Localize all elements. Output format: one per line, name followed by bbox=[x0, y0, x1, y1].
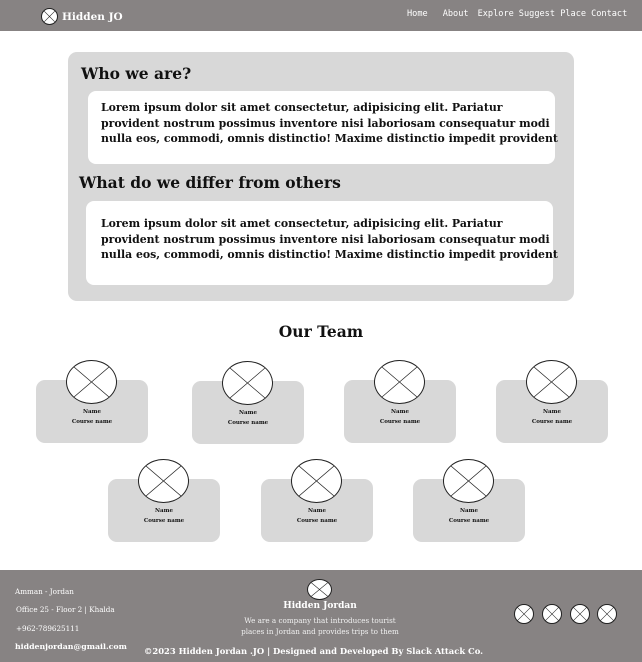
social-icon[interactable] bbox=[542, 604, 562, 624]
brand[interactable]: Hidden JO bbox=[41, 8, 123, 25]
team-member-card[interactable]: Name Course name bbox=[496, 360, 608, 448]
about-panel: Who we are? Lorem ipsum dolor sit amet c… bbox=[68, 52, 574, 301]
footer-company: Hidden Jordan bbox=[283, 601, 357, 611]
member-course: Course name bbox=[227, 420, 269, 426]
nav-suggest-place[interactable]: Suggest Place bbox=[519, 9, 586, 19]
member-course: Course name bbox=[448, 518, 490, 524]
nav-explore[interactable]: Explore bbox=[478, 9, 514, 19]
footer-email[interactable]: hiddenjordan@gmail.com bbox=[15, 642, 127, 651]
footer-office: Office 25 - Floor 2 | Khalda bbox=[16, 605, 115, 614]
about-card-who-we-are: Lorem ipsum dolor sit amet consectetur, … bbox=[88, 91, 558, 164]
site-header: Hidden JO Home About Explore Suggest Pla… bbox=[0, 0, 642, 31]
nav-about[interactable]: About bbox=[443, 9, 469, 19]
footer-description-line2: places in Jordan and provides trips to t… bbox=[241, 627, 399, 636]
footer-location: Amman - Jordan bbox=[15, 587, 74, 596]
member-photo-placeholder-icon bbox=[443, 459, 494, 503]
member-name: Name bbox=[460, 508, 478, 514]
member-name: Name bbox=[308, 508, 326, 514]
member-photo-placeholder-icon bbox=[291, 459, 342, 503]
member-photo-placeholder-icon bbox=[526, 360, 577, 404]
brand-name: Hidden JO bbox=[62, 10, 123, 23]
section-title-who-we-are: Who we are? bbox=[81, 64, 192, 83]
team-member-card[interactable]: Name Course name bbox=[108, 459, 220, 547]
member-course: Course name bbox=[531, 419, 573, 425]
social-icon[interactable] bbox=[597, 604, 617, 624]
member-course: Course name bbox=[71, 419, 113, 425]
member-name: Name bbox=[83, 409, 101, 415]
about-text-differ: Lorem ipsum dolor sit amet consectetur, … bbox=[101, 217, 558, 261]
logo-placeholder-icon bbox=[41, 8, 58, 25]
social-icon[interactable] bbox=[570, 604, 590, 624]
member-photo-placeholder-icon bbox=[66, 360, 117, 404]
footer-description-line1: We are a company that introduces tourist bbox=[244, 616, 396, 625]
member-course: Course name bbox=[379, 419, 421, 425]
main-nav: Home About Explore Suggest Place Contact bbox=[407, 9, 627, 19]
team-member-card[interactable]: Name Course name bbox=[261, 459, 373, 547]
member-photo-placeholder-icon bbox=[374, 360, 425, 404]
team-member-card[interactable]: Name Course name bbox=[344, 360, 456, 448]
member-name: Name bbox=[543, 409, 561, 415]
social-icon[interactable] bbox=[514, 604, 534, 624]
member-photo-placeholder-icon bbox=[222, 361, 273, 405]
member-name: Name bbox=[391, 409, 409, 415]
team-member-card[interactable]: Name Course name bbox=[36, 360, 148, 448]
nav-home[interactable]: Home bbox=[407, 9, 428, 19]
member-name: Name bbox=[155, 508, 173, 514]
member-name: Name bbox=[239, 410, 257, 416]
section-title-differ: What do we differ from others bbox=[79, 173, 341, 192]
member-photo-placeholder-icon bbox=[138, 459, 189, 503]
footer-copyright: ©2023 Hidden Jordan .JO | Designed and D… bbox=[144, 646, 484, 656]
team-title: Our Team bbox=[278, 322, 364, 341]
footer-phone: +962-789625111 bbox=[16, 624, 80, 633]
about-card-differ: Lorem ipsum dolor sit amet consectetur, … bbox=[86, 201, 558, 285]
about-text-who-we-are: Lorem ipsum dolor sit amet consectetur, … bbox=[101, 101, 558, 145]
team-member-card[interactable]: Name Course name bbox=[192, 361, 304, 449]
team-member-card[interactable]: Name Course name bbox=[413, 459, 525, 547]
member-course: Course name bbox=[296, 518, 338, 524]
site-footer: Amman - Jordan Office 25 - Floor 2 | Kha… bbox=[0, 570, 642, 662]
footer-logo-placeholder-icon bbox=[307, 579, 332, 600]
member-course: Course name bbox=[143, 518, 185, 524]
nav-contact[interactable]: Contact bbox=[591, 9, 627, 19]
